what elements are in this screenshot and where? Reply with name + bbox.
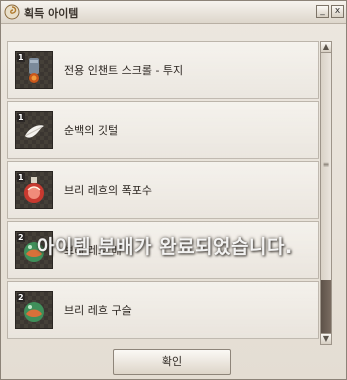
- minimize-button[interactable]: _: [316, 5, 329, 18]
- scroll-thumb[interactable]: [321, 280, 331, 333]
- item-name: 브리 레흐의 폭포수: [64, 184, 152, 197]
- item-slot: 1: [15, 51, 53, 89]
- item-slot: 1: [15, 171, 53, 209]
- item-name: 순백의 깃털: [64, 124, 119, 137]
- scroll-grip-icon: ≡: [322, 160, 330, 169]
- item-quantity: 2: [17, 293, 25, 302]
- list-item[interactable]: 2 브리 레흐 구슬: [7, 281, 319, 339]
- window-title: 획득 아이템: [24, 7, 79, 20]
- item-name: 전용 인챈트 스크롤 - 투지: [64, 64, 184, 77]
- item-name: 브리 레흐 구슬: [64, 304, 132, 317]
- scrollbar[interactable]: ▲ ≡ ▼: [320, 41, 332, 345]
- scroll-down-arrow-icon[interactable]: ▼: [321, 333, 331, 344]
- list-item[interactable]: 1 브리 레흐의 폭포수: [7, 161, 319, 219]
- item-quantity: 1: [17, 53, 25, 62]
- item-quantity: 2: [17, 233, 25, 242]
- title-bar[interactable]: 획득 아이템 _ x: [1, 1, 346, 24]
- scroll-up-arrow-icon[interactable]: ▲: [321, 42, 331, 53]
- confirm-button[interactable]: 확인: [113, 349, 231, 375]
- close-button[interactable]: x: [331, 5, 344, 18]
- distribution-complete-notice: 아이템 분배가 완료되었습니다.: [37, 236, 293, 258]
- swirl-icon: [4, 4, 20, 20]
- list-item[interactable]: 1 전용 인챈트 스크롤 - 투지: [7, 41, 319, 99]
- item-quantity: 1: [17, 173, 25, 182]
- item-quantity: 1: [17, 113, 25, 122]
- list-item[interactable]: 1 순백의 깃털: [7, 101, 319, 159]
- acquired-items-window: 획득 아이템 _ x 1 전용 인챈트 스크롤 - 투지 1 순백의 깃털 1 …: [0, 0, 347, 380]
- item-slot: 2: [15, 291, 53, 329]
- item-slot: 1: [15, 111, 53, 149]
- item-list: 1 전용 인챈트 스크롤 - 투지 1 순백의 깃털 1 브리 레흐의 폭포수 …: [7, 37, 319, 345]
